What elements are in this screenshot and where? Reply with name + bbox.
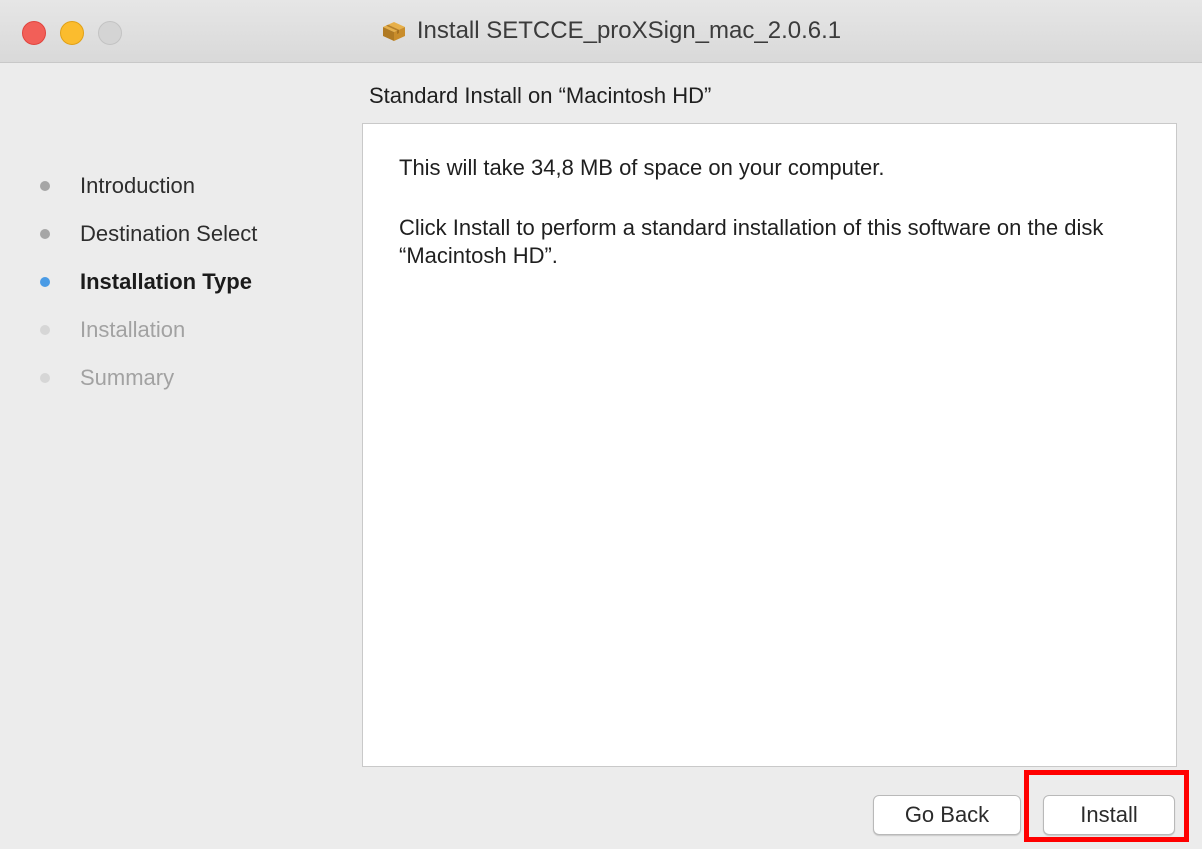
installer-steps-sidebar: Introduction Destination Select Installa… bbox=[40, 162, 340, 402]
space-required-text: This will take 34,8 MB of space on your … bbox=[399, 155, 885, 180]
current-step-dot-icon bbox=[40, 277, 50, 287]
step-dot-icon bbox=[40, 325, 50, 335]
sidebar-step-destination-select: Destination Select bbox=[40, 210, 340, 258]
sidebar-step-label: Destination Select bbox=[80, 221, 258, 246]
install-button[interactable]: Install bbox=[1043, 795, 1175, 835]
sidebar-step-label: Installation bbox=[80, 317, 186, 342]
window-title: Install SETCCE_proXSign_mac_2.0.6.1 bbox=[416, 17, 842, 44]
close-window-button[interactable] bbox=[22, 21, 46, 45]
install-instruction-text: Click Install to perform a standard inst… bbox=[399, 215, 1104, 268]
minimize-window-button[interactable] bbox=[60, 21, 84, 45]
sidebar-step-label: Summary bbox=[80, 365, 175, 390]
sidebar-step-label: Installation Type bbox=[80, 269, 252, 294]
sidebar-step-installation: Installation bbox=[40, 306, 340, 354]
sidebar-step-installation-type: Installation Type bbox=[40, 258, 340, 306]
step-dot-icon bbox=[40, 229, 50, 239]
step-dot-icon bbox=[40, 373, 50, 383]
zoom-window-button[interactable] bbox=[98, 21, 122, 45]
sidebar-step-summary: Summary bbox=[40, 354, 340, 402]
package-icon bbox=[381, 19, 407, 43]
content-panel: This will take 34,8 MB of space on your … bbox=[362, 123, 1177, 767]
installer-window: Install SETCCE_proXSign_mac_2.0.6.1 Stan… bbox=[0, 0, 1202, 849]
step-dot-icon bbox=[40, 181, 50, 191]
install-location-title: Standard Install on “Macintosh HD” bbox=[369, 83, 712, 108]
title-bar[interactable]: Install SETCCE_proXSign_mac_2.0.6.1 bbox=[0, 0, 1202, 63]
sidebar-step-introduction: Introduction bbox=[40, 162, 340, 210]
sidebar-step-label: Introduction bbox=[80, 173, 195, 198]
go-back-button[interactable]: Go Back bbox=[873, 795, 1021, 835]
